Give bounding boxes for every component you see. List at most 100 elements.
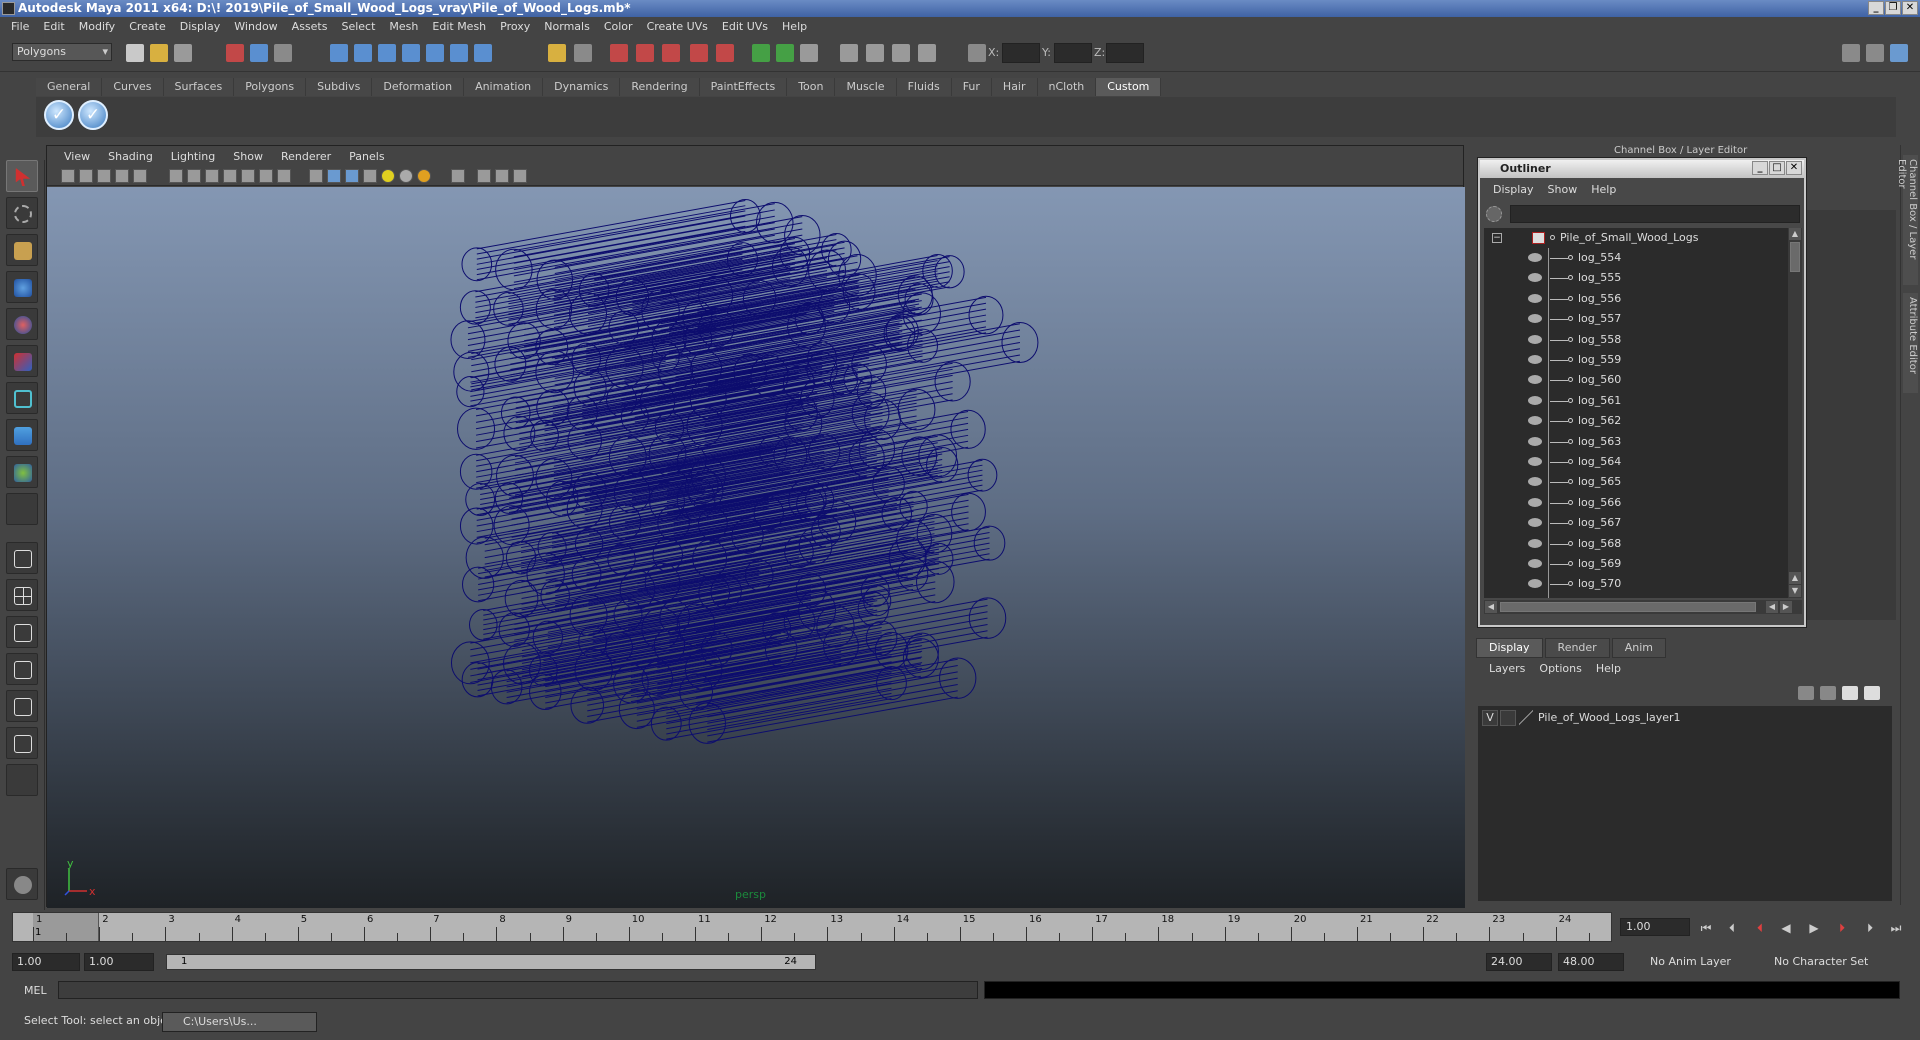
range-slider[interactable]: 1 24 [166,954,816,970]
menu-edit-mesh[interactable]: Edit Mesh [425,20,493,33]
scroll-left-arrow-2[interactable]: ◀ [1766,601,1778,613]
shelf-tab-animation[interactable]: Animation [464,78,544,96]
menu-assets[interactable]: Assets [285,20,335,33]
shelf-tab-custom[interactable]: Custom [1096,78,1162,96]
viewport-menu-shading[interactable]: Shading [99,150,162,163]
outliner-title-bar[interactable]: Outliner _ □ ✕ [1480,160,1804,178]
scene-canvas[interactable]: y x persp [47,187,1465,908]
open-scene-icon[interactable] [150,44,168,62]
outliner-item[interactable]: log_565 [1484,472,1788,492]
isolate-select-icon[interactable] [451,169,465,183]
viewport-menu-lighting[interactable]: Lighting [162,150,224,163]
layer-menu-options[interactable]: Options [1532,662,1588,675]
layer-menu-layers[interactable]: Layers [1482,662,1532,675]
outliner-item[interactable]: log_567 [1484,513,1788,533]
channel-box-side-tab[interactable]: Channel Box / Layer Editor [1896,155,1918,285]
outliner-menu-help[interactable]: Help [1584,183,1623,196]
make-live-icon[interactable] [426,44,444,62]
scale-tool-button[interactable] [6,345,38,377]
two-d-pan-icon[interactable] [133,169,147,183]
outliner-filter-field[interactable] [1510,205,1800,223]
outliner-item[interactable]: log_569 [1484,554,1788,574]
outliner-horizontal-scrollbar[interactable]: ◀ ◀ ▶ [1484,600,1802,614]
outliner-menu-show[interactable]: Show [1541,183,1585,196]
maximize-button[interactable]: ❐ [1885,1,1901,15]
outliner-item[interactable]: log_564 [1484,452,1788,472]
close-button[interactable]: ✕ [1902,1,1918,15]
scroll-thumb[interactable] [1790,242,1800,272]
outliner-list[interactable]: − Pile_of_Small_Wood_Logs log_554 log_555… [1484,228,1788,598]
select-component-icon[interactable] [274,44,292,62]
construction-history-icon[interactable] [574,44,592,62]
gate-mask-icon[interactable] [223,169,237,183]
scroll-up-arrow[interactable]: ▲ [1789,228,1801,240]
playback-start-field[interactable]: 1.00 [84,953,154,971]
layer-playback-toggle[interactable] [1500,710,1516,726]
wireframe-icon[interactable] [309,169,323,183]
move-icon[interactable] [918,44,936,62]
input-line-icon[interactable] [752,44,770,62]
outliner-minimize-button[interactable]: _ [1752,161,1768,175]
play-forwards-button[interactable]: ▶ [1806,921,1822,935]
single-view-layout-button[interactable] [6,542,38,574]
outliner-item[interactable]: log_556 [1484,289,1788,309]
custom-shelf-check-icon-2[interactable]: ✓ [78,100,108,130]
render-settings-icon[interactable] [662,44,680,62]
shelf-tab-rendering[interactable]: Rendering [620,78,700,96]
smooth-shade-icon[interactable] [327,169,341,183]
custom-shelf-check-icon-1[interactable]: ✓ [44,100,74,130]
shelf-tab-deformation[interactable]: Deformation [372,78,465,96]
resolution-gate-icon[interactable] [205,169,219,183]
input-mode-icon[interactable] [776,44,794,62]
perspective-viewport[interactable]: View Shading Lighting Show Renderer Panels [46,145,1465,908]
manipulator-tool-button[interactable] [6,382,38,414]
h-scroll-thumb[interactable] [1500,602,1756,612]
menu-set-selector[interactable]: Polygons [12,43,112,61]
outliner-item[interactable]: log_555 [1484,268,1788,288]
mel-input[interactable] [58,981,978,999]
attribute-editor-side-tab[interactable]: Attribute Editor [1903,293,1918,393]
outliner-item[interactable]: log_557 [1484,309,1788,329]
menu-edit[interactable]: Edit [36,20,71,33]
layer-color-swatch[interactable] [1519,710,1533,726]
time-slider[interactable]: 1 1 2 3 4 5 6 7 8 9 10 11 12 13 14 15 16 17 18 19 20 21 22 23 2… [12,912,1612,942]
use-all-lights-icon[interactable] [381,169,395,183]
camera-icon[interactable] [892,44,910,62]
layout-icon[interactable] [840,44,858,62]
shelf-tab-curves[interactable]: Curves [102,78,164,96]
outliner-item[interactable]: log_568 [1484,534,1788,554]
step-forward-frame-button[interactable]: ⏵ [1834,921,1850,935]
outliner-vertical-scrollbar[interactable]: ▲ ▲ ▼ [1788,228,1802,598]
select-camera-icon[interactable] [61,169,75,183]
step-back-key-button[interactable]: ⏴ [1724,921,1740,935]
layer-tab-render[interactable]: Render [1544,638,1610,658]
layer-tab-anim[interactable]: Anim [1611,638,1666,658]
snap-grid-icon[interactable] [330,44,348,62]
animation-start-field[interactable]: 1.00 [12,953,80,971]
shadows-icon[interactable] [399,169,413,183]
hypershade-layout-button[interactable] [6,690,38,722]
grid-icon[interactable] [169,169,183,183]
history-icon[interactable] [450,44,468,62]
layer-menu-help[interactable]: Help [1589,662,1628,675]
layer-visibility-toggle[interactable]: V [1482,710,1498,726]
shelf-tab-subdivs[interactable]: Subdivs [306,78,373,96]
textured-icon[interactable] [363,169,377,183]
tool-settings-toggle-icon[interactable] [1866,44,1884,62]
step-forward-key-button[interactable]: ⏵ [1862,921,1878,935]
x-field[interactable] [1002,43,1040,63]
outliner-item[interactable]: log_561 [1484,391,1788,411]
shelf-tab-fluids[interactable]: Fluids [896,78,952,96]
scroll-down-arrow[interactable]: ▲ [1789,572,1801,584]
shelf-tab-hair[interactable]: Hair [991,78,1038,96]
menu-help[interactable]: Help [775,20,814,33]
outliner-maximize-button[interactable]: □ [1769,161,1785,175]
outliner-close-button[interactable]: ✕ [1786,161,1802,175]
graph-icon[interactable] [866,44,884,62]
menu-proxy[interactable]: Proxy [493,20,537,33]
image-plane-icon[interactable] [115,169,129,183]
viewport-menu-show[interactable]: Show [224,150,272,163]
shelf-tab-painteffects[interactable]: PaintEffects [699,78,788,96]
custom-layout-button[interactable] [6,727,38,759]
paint-select-tool-button[interactable] [6,234,38,266]
